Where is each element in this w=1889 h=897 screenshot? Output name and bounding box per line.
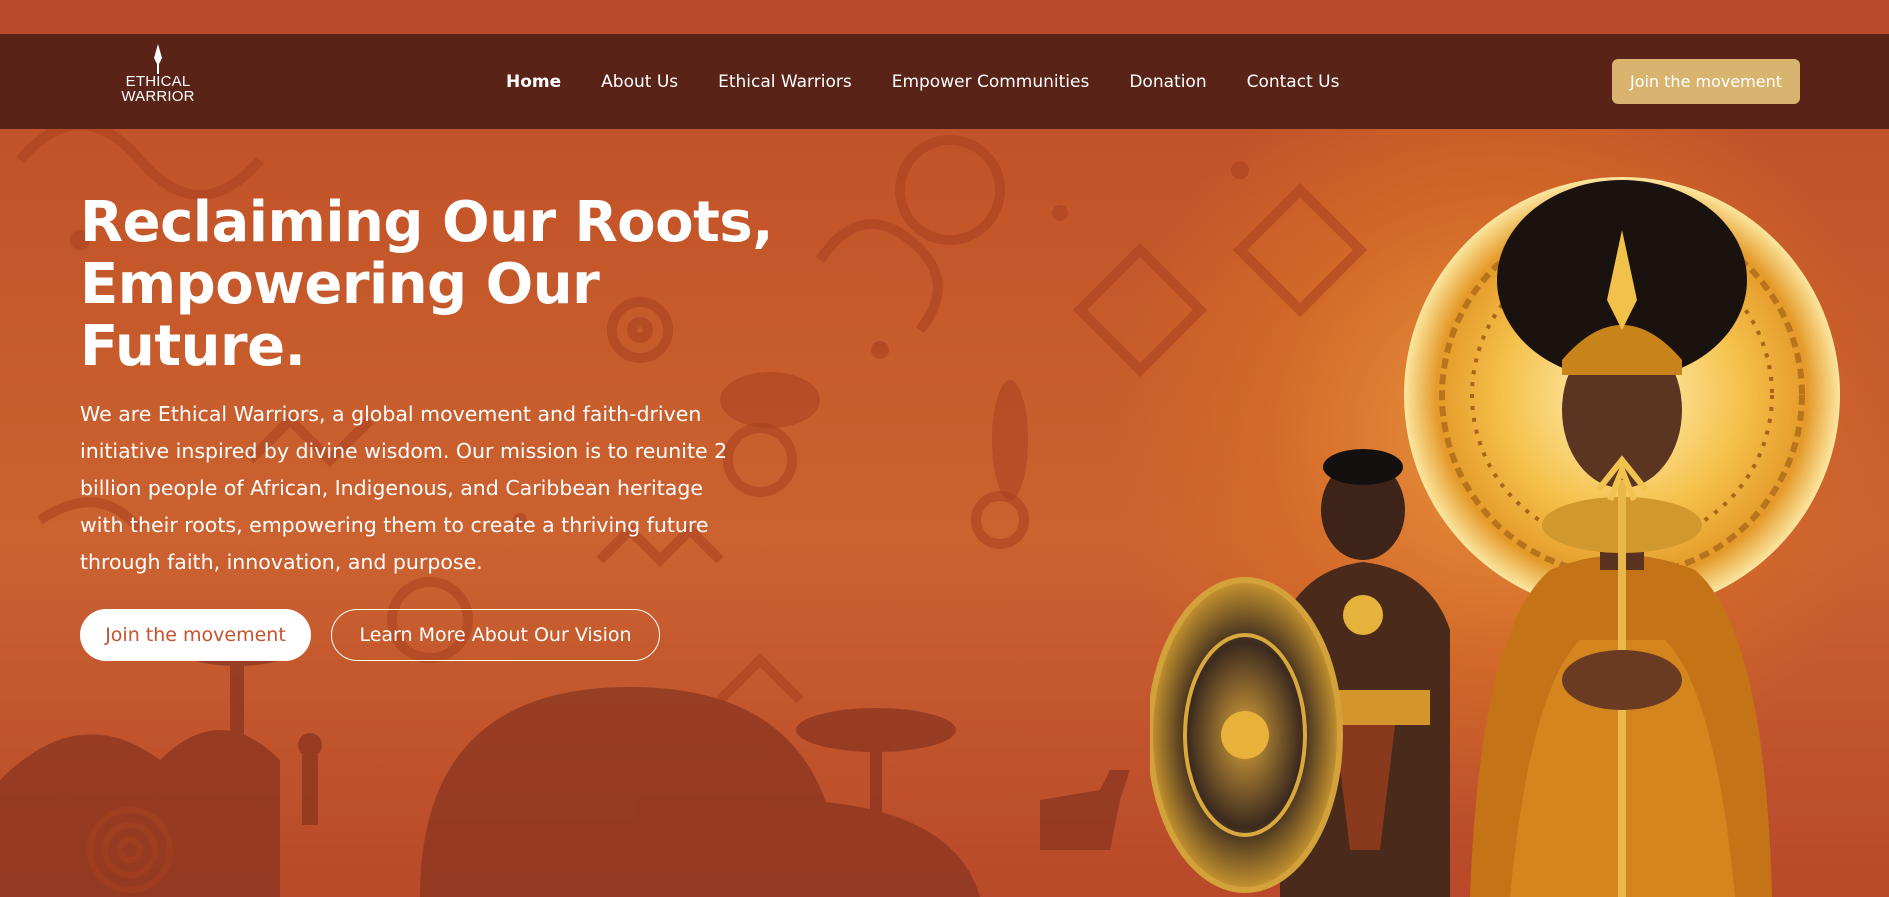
hero-description-line: billion people of African, Indigenous, a…: [80, 476, 703, 500]
nav-item-ethical-warriors[interactable]: Ethical Warriors: [718, 72, 852, 92]
top-strip: [0, 0, 1889, 34]
hero-description-line: We are Ethical Warriors, a global moveme…: [80, 402, 702, 426]
spear-icon: [154, 44, 162, 74]
hero-title-line: Future.: [80, 314, 306, 379]
hero-description: We are Ethical Warriors, a global moveme…: [80, 396, 728, 581]
hero-description-line: through faith, innovation, and purpose.: [80, 550, 483, 574]
logo-text-line1: ETHICAL: [125, 73, 191, 90]
logo-text-line2: WARRIOR: [121, 88, 195, 105]
nav-join-button[interactable]: Join the movement: [1612, 59, 1800, 104]
hero-title-line: Empowering Our: [80, 252, 600, 317]
learn-more-button[interactable]: Learn More About Our Vision: [331, 609, 660, 661]
nav-item-donation[interactable]: Donation: [1129, 72, 1206, 92]
warrior-illustration: [1150, 177, 1840, 897]
join-movement-button[interactable]: Join the movement: [80, 609, 311, 661]
hero-title: Reclaiming Our Roots, Empowering Our Fut…: [80, 190, 774, 379]
nav-item-empower-communities[interactable]: Empower Communities: [892, 72, 1090, 92]
nav-item-home[interactable]: Home: [506, 72, 561, 92]
logo[interactable]: ETHICAL WARRIOR: [118, 44, 198, 120]
nav-item-about-us[interactable]: About Us: [601, 72, 678, 92]
navbar: ETHICAL WARRIOR Home About Us Ethical Wa…: [0, 34, 1889, 129]
hero-title-line: Reclaiming Our Roots,: [80, 190, 774, 255]
nav-links: Home About Us Ethical Warriors Empower C…: [506, 34, 1379, 129]
hero-description-line: initiative inspired by divine wisdom. Ou…: [80, 439, 728, 463]
nav-item-contact-us[interactable]: Contact Us: [1247, 72, 1340, 92]
hero-description-line: with their roots, empowering them to cre…: [80, 513, 709, 537]
